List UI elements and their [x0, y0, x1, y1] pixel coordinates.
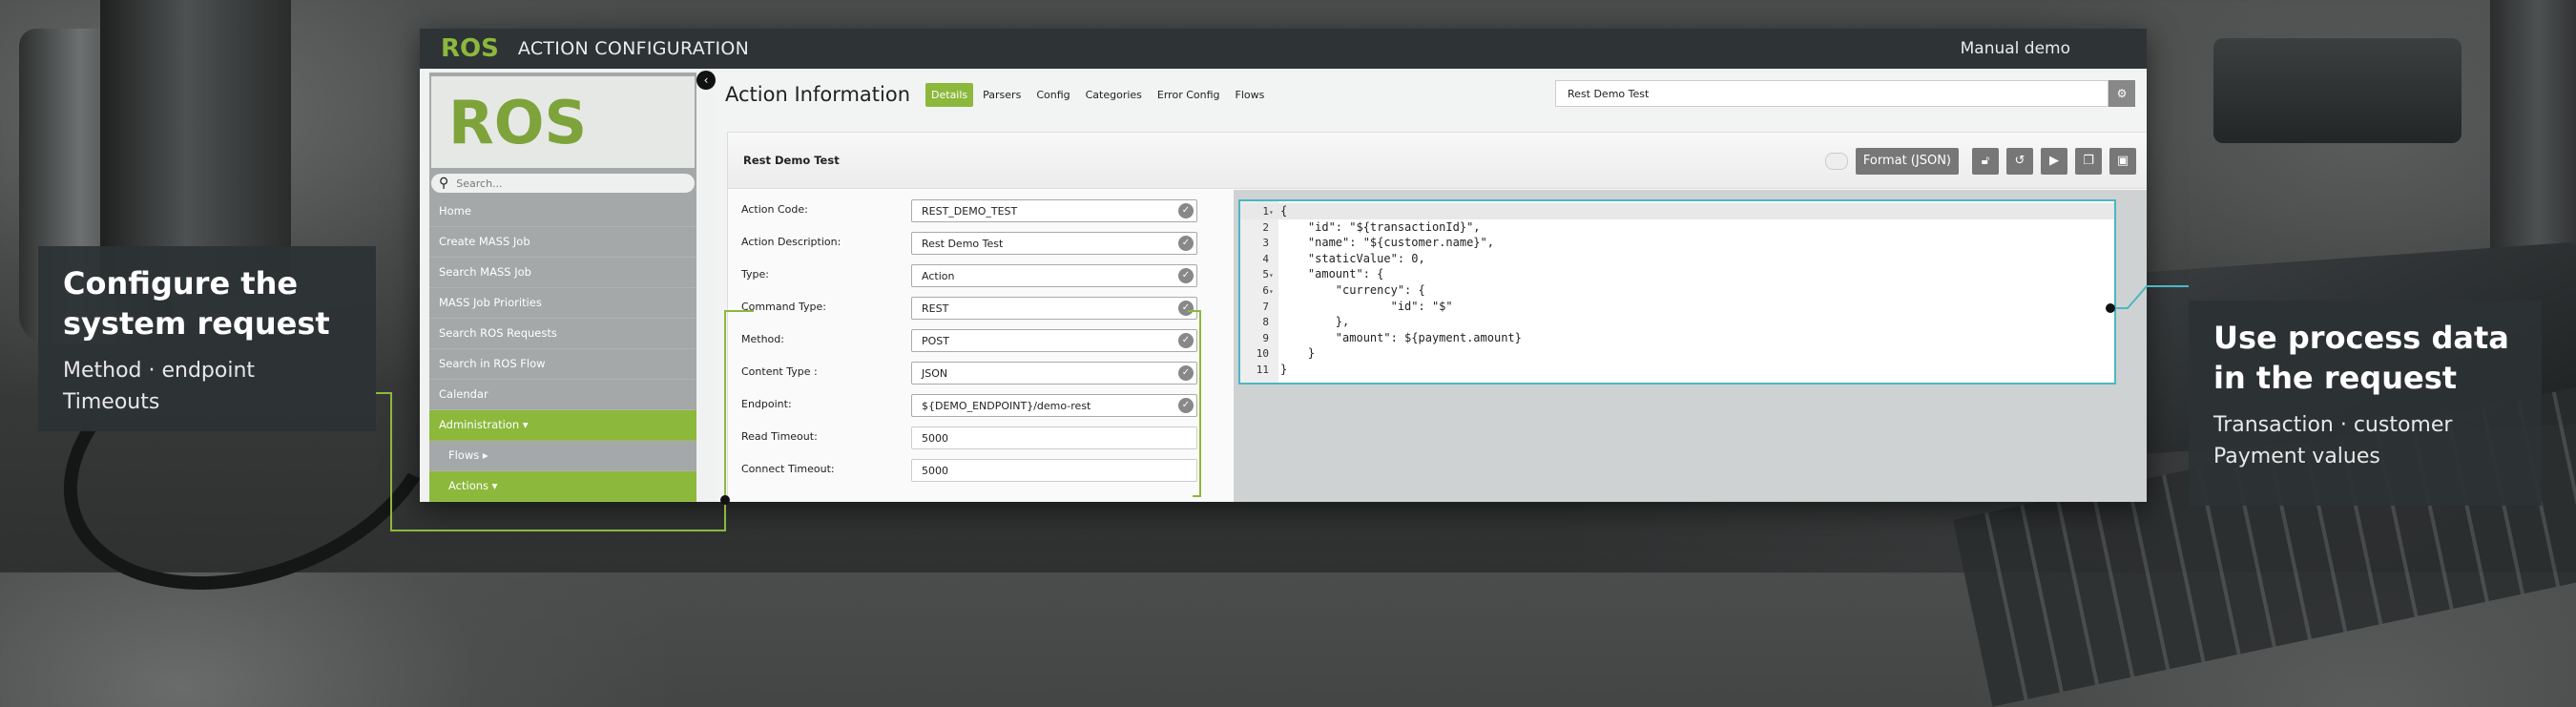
form-bracket-right — [1188, 310, 1201, 497]
left-connector-line — [376, 392, 726, 531]
form-bracket-line — [724, 310, 754, 487]
callout-title: Use process data in the request — [2213, 320, 2509, 396]
callout-description: Transaction · customer Payment values — [2213, 413, 2453, 468]
callout-description: Method · endpoint Timeouts — [63, 359, 256, 414]
right-connector-line — [2110, 285, 2189, 309]
right-callout: Use process data in the request Transact… — [2189, 301, 2542, 506]
left-connector-dot — [720, 495, 730, 505]
left-callout: Configure the system request Method · en… — [38, 246, 376, 431]
callout-title: Configure the system request — [63, 265, 330, 342]
right-connector-dot — [2106, 303, 2115, 313]
